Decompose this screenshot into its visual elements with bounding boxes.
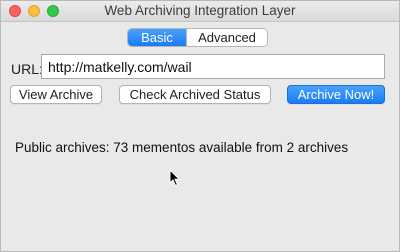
mouse-cursor-icon: [169, 169, 181, 187]
view-archive-button[interactable]: View Archive: [10, 85, 102, 104]
tab-advanced[interactable]: Advanced: [186, 29, 267, 46]
app-window: Web Archiving Integration Layer Basic Ad…: [0, 0, 400, 252]
archive-now-button[interactable]: Archive Now!: [287, 85, 385, 104]
url-label: URL:: [11, 61, 43, 77]
url-input[interactable]: [41, 54, 385, 79]
title-bar[interactable]: Web Archiving Integration Layer: [1, 1, 399, 22]
view-mode-tabs: Basic Advanced: [127, 28, 268, 47]
public-archives-status: Public archives: 73 mementos available f…: [15, 140, 349, 155]
check-archived-status-button[interactable]: Check Archived Status: [119, 85, 271, 104]
window-title: Web Archiving Integration Layer: [104, 3, 296, 18]
tab-basic[interactable]: Basic: [128, 29, 186, 46]
